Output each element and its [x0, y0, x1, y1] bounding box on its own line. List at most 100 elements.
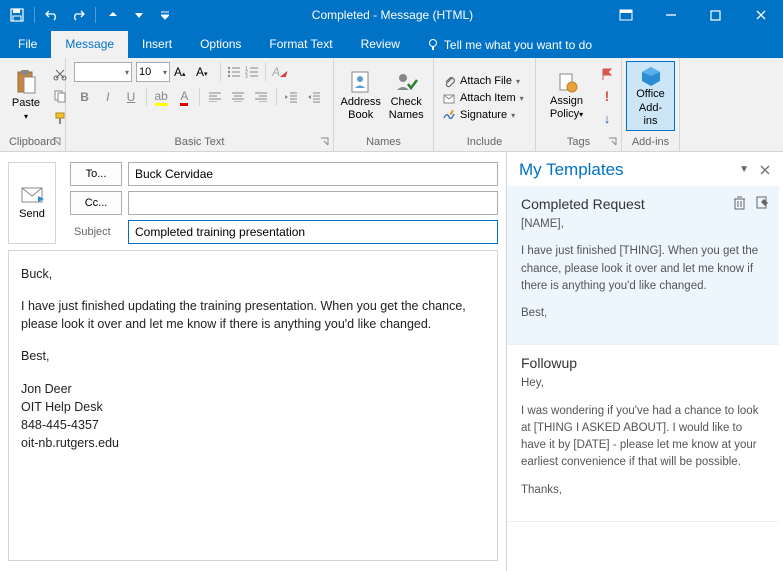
titlebar: Completed - Message (HTML) [0, 0, 783, 30]
policy-icon [556, 71, 578, 93]
clear-formatting-button[interactable]: A◢ [272, 65, 286, 79]
to-field[interactable] [128, 162, 498, 186]
check-names-icon [394, 70, 418, 94]
subject-label: Subject [70, 226, 122, 238]
clipboard-icon [15, 69, 37, 95]
tab-format-text[interactable]: Format Text [255, 31, 346, 58]
close-button[interactable] [738, 0, 783, 30]
body-closing: Best, [21, 347, 485, 365]
to-button[interactable]: To... [70, 162, 122, 186]
address-book-button[interactable]: Address Book [338, 61, 383, 131]
align-left-button[interactable] [204, 86, 225, 108]
high-importance-button[interactable]: ! [597, 86, 617, 106]
template-item[interactable]: Followup Hey, I was wondering if you've … [507, 345, 779, 522]
shrink-font-button[interactable]: A▾ [196, 65, 214, 79]
addins-group-label: Add-ins [622, 134, 679, 151]
minimize-button[interactable] [648, 0, 693, 30]
edit-template-button[interactable] [756, 196, 769, 210]
include-group-label: Include [434, 134, 535, 151]
ribbon: Paste▾ Clipboard ▾ 10▾ A▴ A [0, 58, 783, 152]
ribbon-display-button[interactable] [603, 0, 648, 30]
attach-item-button[interactable]: Attach Item▾ [438, 90, 528, 106]
pane-title: My Templates [519, 160, 624, 180]
previous-item-button[interactable] [102, 4, 124, 26]
assign-policy-button[interactable]: Assign Policy▾ [540, 61, 593, 131]
message-body[interactable]: Buck, I have just finished updating the … [8, 250, 498, 561]
align-center-button[interactable] [227, 86, 248, 108]
scissors-icon [53, 67, 67, 81]
tab-insert[interactable]: Insert [128, 31, 186, 58]
font-color-button[interactable]: A [174, 86, 195, 108]
send-button[interactable]: Send [8, 162, 56, 244]
template-item[interactable]: Completed Request [NAME], I have just fi… [507, 186, 779, 345]
font-size-combo[interactable]: 10▾ [136, 62, 170, 82]
maximize-button[interactable] [693, 0, 738, 30]
follow-up-button[interactable] [597, 64, 617, 84]
underline-button[interactable]: U [120, 86, 141, 108]
template-title: Followup [521, 355, 765, 371]
signature-block: Jon Deer OIT Help Desk 848-445-4357 oit-… [21, 380, 485, 453]
undo-button[interactable] [41, 4, 63, 26]
copy-icon [53, 89, 67, 103]
check-names-button[interactable]: Check Names [383, 61, 429, 131]
svg-text:3: 3 [245, 74, 248, 78]
highlight-button[interactable]: ab [151, 86, 172, 108]
paperclip-icon [442, 74, 456, 88]
tab-options[interactable]: Options [186, 31, 255, 58]
save-button[interactable] [6, 4, 28, 26]
low-importance-button[interactable]: ↓ [597, 108, 617, 128]
tags-group-label: Tags [536, 134, 621, 151]
body-greeting: Buck, [21, 265, 485, 283]
numbering-button[interactable]: 123 [245, 66, 259, 78]
body-paragraph: I have just finished updating the traini… [21, 297, 485, 333]
my-templates-pane: My Templates ▼ ▲ Completed Req [506, 152, 783, 571]
clipboard-group-label: Clipboard [0, 134, 65, 151]
tab-message[interactable]: Message [51, 31, 128, 58]
trash-icon [733, 196, 746, 210]
down-arrow-icon: ↓ [604, 111, 611, 126]
tab-review[interactable]: Review [347, 31, 414, 58]
delete-template-button[interactable] [733, 196, 746, 210]
quick-access-toolbar [0, 4, 182, 26]
decrease-indent-button[interactable] [281, 86, 302, 108]
signature-icon [442, 108, 456, 122]
dialog-launcher-icon[interactable] [607, 136, 619, 148]
font-name-combo[interactable]: ▾ [74, 62, 132, 82]
signature-button[interactable]: Signature▾ [438, 107, 528, 123]
bullets-icon [227, 66, 241, 78]
paintbrush-icon [53, 111, 67, 125]
flag-icon [600, 67, 614, 81]
next-item-button[interactable] [128, 4, 150, 26]
bullets-button[interactable] [227, 66, 241, 78]
dialog-launcher-icon[interactable] [51, 136, 63, 148]
subject-field[interactable] [128, 220, 498, 244]
tab-file[interactable]: File [4, 31, 51, 58]
template-title: Completed Request [521, 196, 765, 212]
paste-button[interactable]: Paste▾ [4, 61, 48, 131]
cc-field[interactable] [128, 191, 498, 215]
grow-font-button[interactable]: A▴ [174, 65, 192, 79]
names-group-label: Names [334, 134, 433, 151]
cc-button[interactable]: Cc... [70, 191, 122, 215]
bold-button[interactable]: B [74, 86, 95, 108]
office-addins-button[interactable]: Office Add-ins [626, 61, 675, 131]
close-icon [759, 164, 771, 176]
send-icon [20, 186, 44, 204]
attach-item-icon [442, 91, 456, 105]
increase-indent-button[interactable] [304, 86, 325, 108]
edit-icon [756, 196, 769, 209]
dialog-launcher-icon[interactable] [319, 136, 331, 148]
exclamation-icon: ! [605, 88, 610, 104]
tell-me-search[interactable]: Tell me what you want to do [414, 32, 604, 58]
window-title: Completed - Message (HTML) [182, 8, 603, 22]
pane-close-button[interactable] [759, 164, 771, 176]
address-book-icon [349, 70, 373, 94]
ribbon-tabs: File Message Insert Options Format Text … [0, 30, 783, 58]
align-right-button[interactable] [250, 86, 271, 108]
qat-customize-button[interactable] [154, 4, 176, 26]
attach-file-button[interactable]: Attach File▾ [438, 73, 528, 89]
italic-button[interactable]: I [97, 86, 118, 108]
redo-button[interactable] [67, 4, 89, 26]
pane-menu-button[interactable]: ▼ [739, 164, 749, 176]
compose-area: Send To... Cc... Subject Buck, I have ju [0, 152, 506, 571]
